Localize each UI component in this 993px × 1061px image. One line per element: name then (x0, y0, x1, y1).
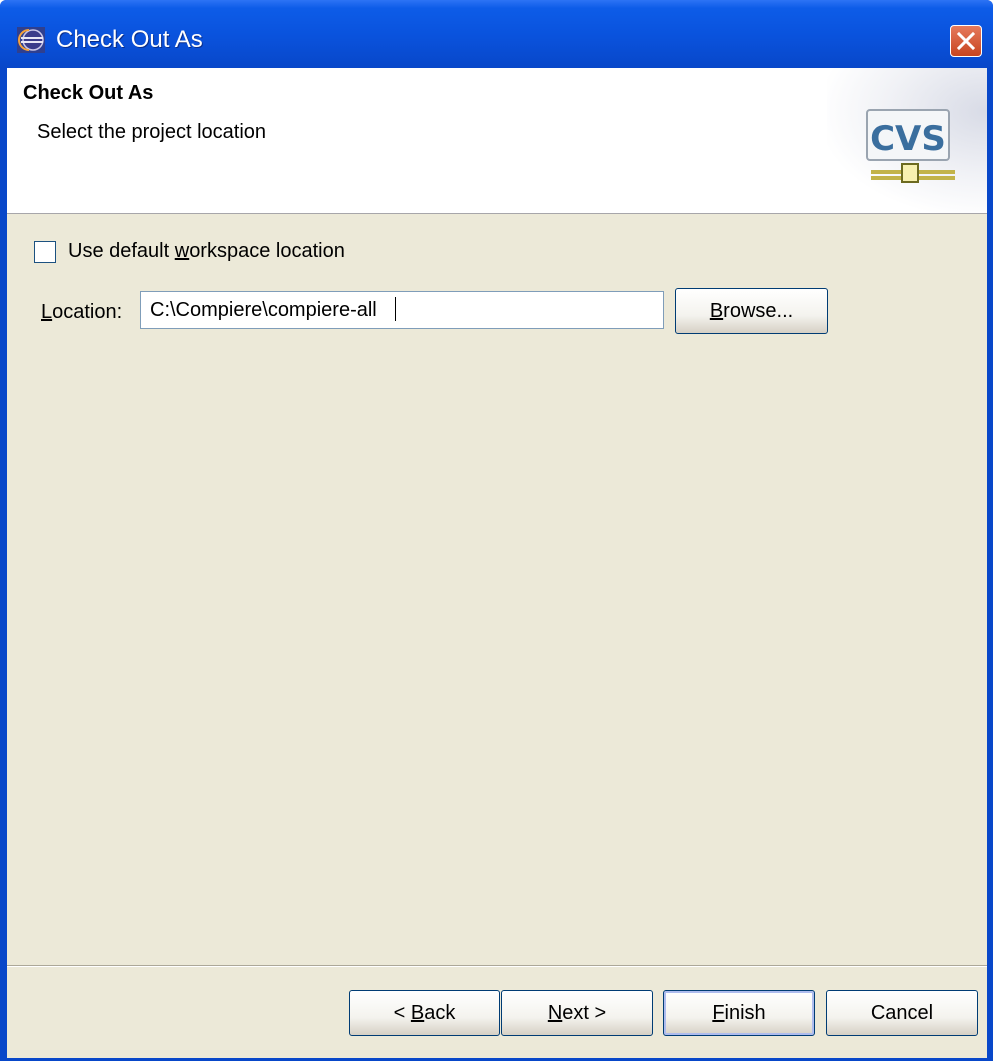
button-bar-separator (7, 965, 987, 967)
location-input[interactable] (140, 291, 664, 329)
page-title: Check Out As (23, 82, 154, 104)
close-button[interactable] (950, 25, 982, 57)
back-button[interactable]: < Back (349, 990, 500, 1036)
cvs-logo-icon: CVS (866, 109, 955, 183)
text-caret (395, 297, 396, 321)
page-description: Select the project location (37, 121, 267, 143)
use-default-location-checkbox[interactable] (34, 241, 56, 263)
browse-button[interactable]: Browse... (675, 288, 828, 334)
wizard-banner: Check Out As Select the project location… (7, 68, 987, 214)
window-title: Check Out As (56, 26, 203, 53)
window-border-right (987, 68, 993, 1061)
next-button[interactable]: Next > (501, 990, 653, 1036)
dialog-window: Check Out As Check Out As Select the pro… (0, 0, 993, 1061)
cancel-button[interactable]: Cancel (826, 990, 978, 1036)
window-border-left (0, 68, 7, 1061)
location-label: Location: (41, 301, 123, 323)
dialog-client-area: Check Out As Select the project location… (7, 68, 987, 1058)
eclipse-window-icon (17, 27, 45, 53)
finish-button[interactable]: Finish (663, 990, 815, 1036)
cvs-logo-text: CVS (870, 119, 946, 159)
use-default-location-label[interactable]: Use default workspace location (68, 240, 345, 263)
title-bar[interactable]: Check Out As (0, 0, 993, 68)
close-icon (956, 31, 976, 51)
